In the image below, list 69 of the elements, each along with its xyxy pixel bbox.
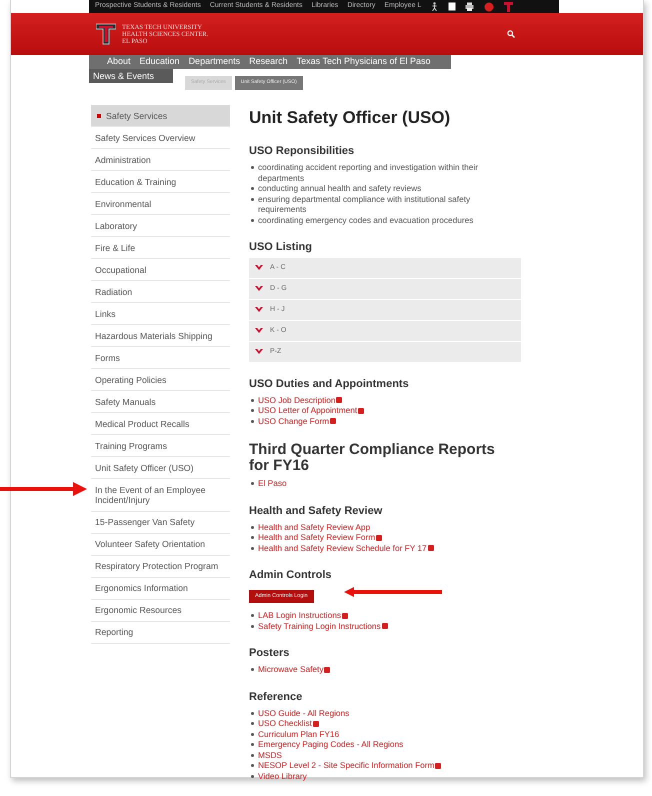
sidebar-item[interactable]: 15-Passenger Van Safety — [91, 512, 230, 534]
sidebar-item[interactable]: Volunteer Safety Orientation — [91, 534, 230, 556]
document-link[interactable]: USO Guide - All Regions — [258, 708, 350, 718]
document-link[interactable]: Safety Training Login Instructions — [258, 620, 381, 630]
nav-link[interactable]: Departments — [188, 55, 240, 69]
nav-link[interactable]: Research — [249, 55, 288, 69]
sidebar-item[interactable]: Reporting — [91, 622, 230, 644]
sidebar-item[interactable]: Fire & Life — [91, 237, 230, 259]
section-heading: USO Reponsibilities — [249, 145, 356, 158]
sidebar-item[interactable]: Administration — [91, 149, 230, 171]
logo-icon — [504, 2, 514, 12]
sidebar-item[interactable]: Medical Product Recalls — [91, 413, 230, 435]
sidebar-item[interactable]: Safety Manuals — [91, 391, 230, 413]
section-heading: Posters — [249, 647, 290, 660]
nav-link[interactable]: News & Events — [89, 69, 173, 83]
list-text: conducting annual health and safety reviews — [249, 183, 517, 194]
document-link[interactable]: Curriculum Plan FY16 — [258, 728, 340, 738]
sidebar-item[interactable]: Safety Services Overview — [91, 127, 230, 149]
sidebar-item[interactable]: Links — [91, 303, 230, 325]
nav-link[interactable]: Education — [140, 55, 180, 69]
sidebar-item[interactable]: Environmental — [91, 193, 230, 215]
chevron-icon — [255, 306, 263, 313]
chevron-icon — [255, 348, 263, 355]
document-link[interactable]: USO Checklist — [258, 718, 312, 728]
chevron-icon — [255, 264, 263, 271]
list-text: coordinating emergency codes and evacuation procedures — [249, 214, 517, 225]
chevron-icon — [255, 328, 263, 334]
sidebar-item[interactable]: Training Programs — [91, 435, 230, 457]
section-heading: USO Duties and Appointments — [249, 378, 410, 390]
search-icon[interactable] — [507, 30, 515, 38]
document-link[interactable]: USO Letter of Appointment — [258, 405, 358, 415]
sidebar-item[interactable]: Ergonomic Resources — [91, 600, 230, 622]
logo-icon — [96, 23, 116, 45]
document-link[interactable]: USO Change Form — [258, 416, 330, 426]
sidebar-item[interactable]: In the Event of an Employee Incident/Injury — [91, 479, 230, 512]
section-heading: Health and Safety Review — [249, 504, 384, 518]
sidebar-item[interactable]: Safety Services — [91, 105, 230, 127]
document-link[interactable]: Video Library — [258, 770, 307, 780]
sidebar-item[interactable]: Forms — [91, 347, 230, 369]
accessibility-icon — [430, 2, 440, 11]
section-heading: USO Listing — [249, 241, 313, 254]
document-link[interactable]: USO Job Description — [258, 394, 336, 404]
sidebar-item[interactable]: Ergonomics Information — [91, 578, 230, 600]
document-link[interactable]: MSDS — [258, 750, 282, 760]
document-link[interactable]: El Paso — [258, 478, 287, 488]
sidebar-item[interactable]: Radiation — [91, 281, 230, 303]
section-heading: Reference — [249, 690, 304, 704]
printer-icon — [465, 2, 474, 11]
sidebar-item[interactable]: Education & Training — [91, 171, 230, 193]
document-link[interactable]: Emergency Paging Codes - All Regions — [258, 739, 404, 749]
page-title: Unit Safety Officer (USO) — [249, 108, 452, 128]
sidebar-item[interactable]: Occupational — [91, 259, 230, 281]
document-link[interactable]: LAB Login Instructions — [258, 610, 342, 620]
document-link[interactable]: Health and Safety Review App — [258, 522, 370, 532]
section-heading: Admin Controls — [249, 569, 332, 582]
sidebar-item[interactable]: Operating Policies — [91, 369, 230, 391]
section-heading: Third Quarter Compliance Reports for FY16 — [249, 442, 496, 474]
document-link[interactable]: Health and Safety Review Schedule for FY 17 — [258, 542, 427, 552]
chevron-icon — [255, 286, 263, 292]
document-link[interactable]: Microwave Safety — [258, 664, 324, 674]
sidebar-item[interactable]: Laboratory — [91, 215, 230, 237]
nav-link[interactable]: Texas Tech Physicians of El Paso — [296, 55, 431, 69]
nav-link[interactable]: About — [107, 55, 131, 69]
document-link[interactable]: NESOP Level 2 - Site Specific Information Form — [258, 760, 434, 770]
sidebar-item[interactable]: Unit Safety Officer (USO) — [91, 457, 230, 479]
document-icon — [448, 2, 456, 11]
sidebar-item[interactable]: Respiratory Protection Program — [91, 556, 230, 578]
document-link[interactable]: Health and Safety Review Form — [258, 532, 376, 542]
sidebar-item[interactable]: Hazardous Materials Shipping — [91, 325, 230, 347]
